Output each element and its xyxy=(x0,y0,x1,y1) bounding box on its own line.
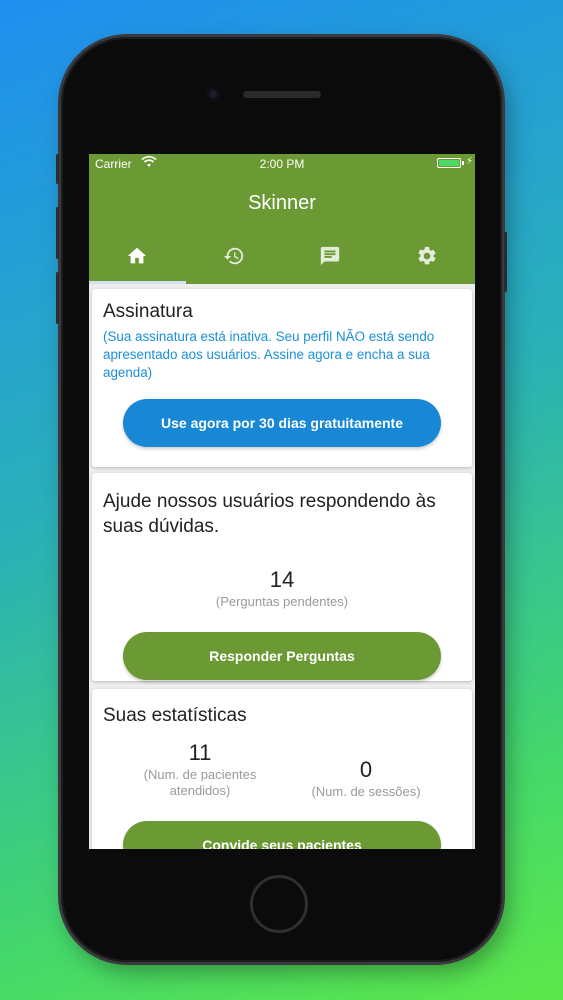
answer-questions-button[interactable]: Responder Perguntas xyxy=(123,632,441,680)
battery-icon xyxy=(437,158,461,168)
status-bar: Carrier 2:00 PM ⚡ xyxy=(89,154,475,174)
battery-cap xyxy=(462,161,464,165)
sessions-count: 0 xyxy=(359,757,373,782)
gear-icon xyxy=(416,245,438,272)
questions-title: Ajude nossos usuários respondendo às sua… xyxy=(103,491,436,537)
status-time: 2:00 PM xyxy=(259,157,305,171)
mute-switch xyxy=(56,154,59,184)
patients-count: 11 xyxy=(188,740,212,765)
phone-frame: Carrier 2:00 PM ⚡ Skinner Assinatura (Su… xyxy=(56,37,507,962)
tab-bar xyxy=(89,232,475,284)
tab-history[interactable] xyxy=(186,232,283,284)
subscription-title: Assinatura xyxy=(103,301,193,322)
stats-title: Suas estatísticas xyxy=(103,705,247,726)
charging-icon: ⚡ xyxy=(465,156,473,167)
chat-icon xyxy=(319,245,341,272)
sessions-label: (Num. de sessões) xyxy=(311,784,421,799)
volume-up-button xyxy=(56,207,59,259)
pending-questions-count: 14 xyxy=(269,567,295,592)
front-camera xyxy=(206,87,220,101)
home-icon xyxy=(126,245,148,272)
subscription-note: (Sua assinatura está inativa. Seu perfil… xyxy=(103,329,435,380)
stats-card: Suas estatísticas 11 (Num. de pacientes … xyxy=(92,689,472,849)
tab-messages[interactable] xyxy=(282,232,379,284)
power-button xyxy=(504,232,507,292)
home-button[interactable] xyxy=(250,875,308,933)
subscription-card: Assinatura (Sua assinatura está inativa.… xyxy=(92,289,472,467)
app-bar: Carrier 2:00 PM ⚡ Skinner xyxy=(89,154,475,284)
history-icon xyxy=(223,245,245,272)
volume-down-button xyxy=(56,272,59,324)
app-title: Skinner xyxy=(248,192,316,214)
app-screen: Carrier 2:00 PM ⚡ Skinner Assinatura (Su… xyxy=(89,154,475,849)
free-trial-button[interactable]: Use agora por 30 dias gratuitamente xyxy=(123,399,441,447)
tab-home[interactable] xyxy=(89,232,186,284)
invite-patients-button[interactable]: Convide seus pacientes xyxy=(123,821,441,849)
earpiece-speaker xyxy=(243,91,321,98)
pending-questions-label: (Perguntas pendentes) xyxy=(215,594,349,609)
questions-card: Ajude nossos usuários respondendo às sua… xyxy=(92,473,472,681)
tab-settings[interactable] xyxy=(379,232,476,284)
patients-label: (Num. de pacientes atendidos) xyxy=(143,767,257,798)
